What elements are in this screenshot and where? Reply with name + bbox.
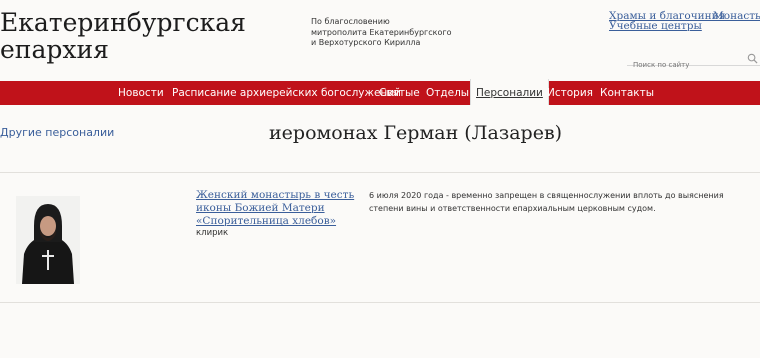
monastery-link-line1: Женский монастырь в честь — [196, 189, 355, 201]
nav-item-history[interactable]: История — [547, 81, 593, 105]
link-monasteries[interactable]: Монастыри — [713, 11, 760, 22]
role-label: клирик — [196, 228, 229, 238]
other-persons-link[interactable]: Другие персоналии — [0, 126, 114, 139]
blessing-line1: По благословению — [311, 17, 390, 26]
page-title: иеромонах Герман (Лазарев) — [269, 122, 563, 144]
person-photo — [16, 196, 80, 284]
monastery-link-line2: иконы Божией Матери — [196, 202, 325, 214]
site-title-line2: епархия — [0, 35, 109, 64]
nav-item-news[interactable]: Новости — [118, 81, 164, 105]
monastery-link[interactable]: Женский монастырь в честь иконы Божией М… — [196, 189, 354, 228]
divider-bottom — [0, 302, 760, 303]
nav-item-schedule[interactable]: Расписание архиерейских богослужений — [172, 81, 401, 105]
main-nav: Новости Расписание архиерейских богослуж… — [0, 79, 760, 105]
blessing-line3: и Верхотурского Кирилла — [311, 38, 421, 47]
priest-portrait — [16, 196, 80, 284]
search-box — [627, 52, 760, 72]
site-title[interactable]: Екатеринбургская епархия — [0, 9, 246, 63]
nav-item-contacts[interactable]: Контакты — [600, 81, 654, 105]
blessing-text: По благословению митрополита Екатеринбур… — [311, 17, 461, 49]
search-input[interactable] — [627, 58, 737, 72]
monastery-link-line3: «Спорительница хлебов» — [196, 215, 337, 227]
nav-item-departments[interactable]: Отделы — [426, 81, 469, 105]
status-note: 6 июля 2020 года - временно запрещен в с… — [369, 191, 724, 213]
nav-item-saints[interactable]: Святые — [379, 81, 420, 105]
divider-top — [0, 172, 760, 173]
link-education-centers[interactable]: Учебные центры — [609, 21, 702, 32]
blessing-line2: митрополита Екатеринбургского — [311, 27, 452, 37]
search-icon[interactable] — [747, 53, 758, 64]
site-title-line1: Екатеринбургская — [0, 8, 246, 37]
nav-item-persons[interactable]: Персоналии — [470, 79, 549, 105]
